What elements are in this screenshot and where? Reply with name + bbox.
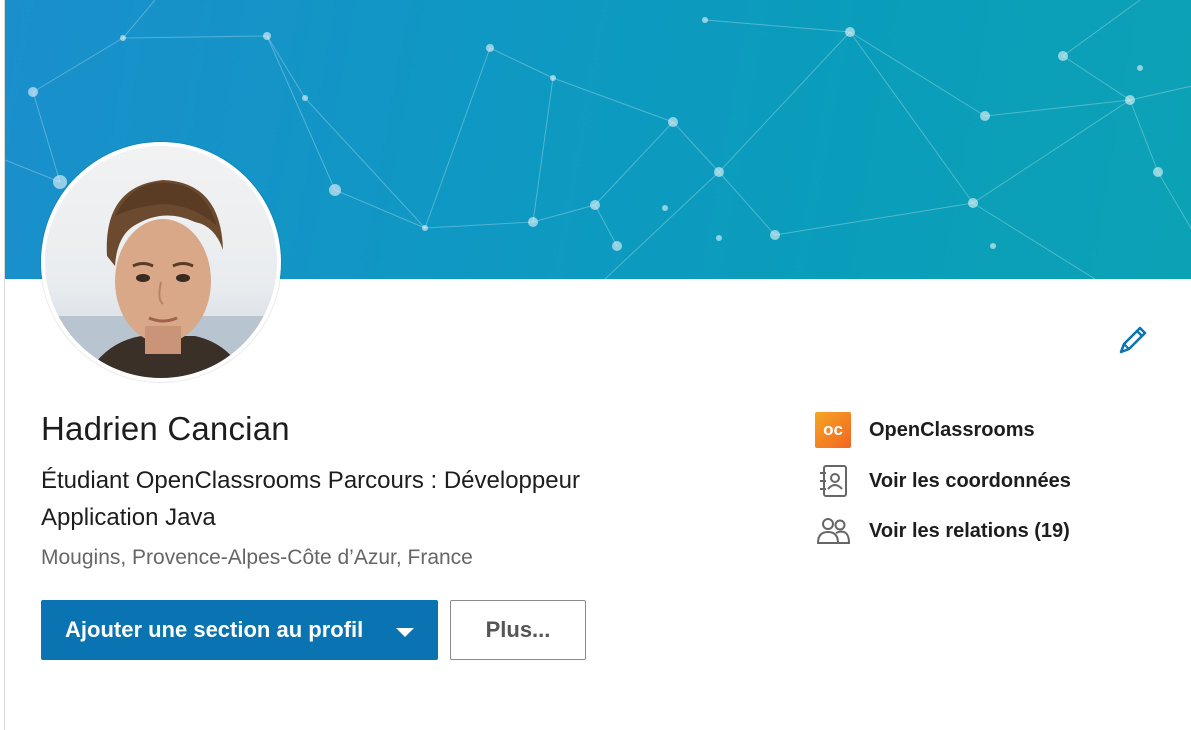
profile-location: Mougins, Provence-Alpes-Côte d’Azur, Fra… [41, 546, 473, 569]
openclassrooms-logo: oc [815, 412, 851, 448]
add-profile-section-label: Ajouter une section au profil [65, 617, 364, 642]
more-button[interactable]: Plus... [450, 600, 586, 660]
people-icon [816, 518, 851, 544]
pencil-icon[interactable] [1115, 322, 1151, 358]
contact-card-icon [820, 465, 847, 497]
sidebar-item-contact-info[interactable]: Voir les coordonnées [815, 461, 1071, 501]
profile-headline: Étudiant OpenClassrooms Parcours : Dével… [41, 467, 580, 531]
sidebar-item-label: OpenClassrooms [869, 418, 1035, 441]
add-profile-section-button[interactable]: Ajouter une section au profil [41, 600, 438, 660]
profile-name: Hadrien Cancian [41, 410, 290, 447]
avatar-image [45, 146, 277, 378]
profile-card: Hadrien Cancian Étudiant OpenClassrooms … [4, 0, 1191, 730]
profile-photo[interactable] [41, 142, 281, 382]
sidebar-item-connections[interactable]: Voir les relations (19) [815, 511, 1070, 551]
sidebar-item-openclassrooms[interactable]: oc OpenClassrooms [815, 410, 1035, 450]
caret-down-icon [396, 628, 414, 637]
sidebar-item-label: Voir les coordonnées [869, 469, 1071, 492]
sidebar-item-label: Voir les relations (19) [869, 519, 1070, 542]
